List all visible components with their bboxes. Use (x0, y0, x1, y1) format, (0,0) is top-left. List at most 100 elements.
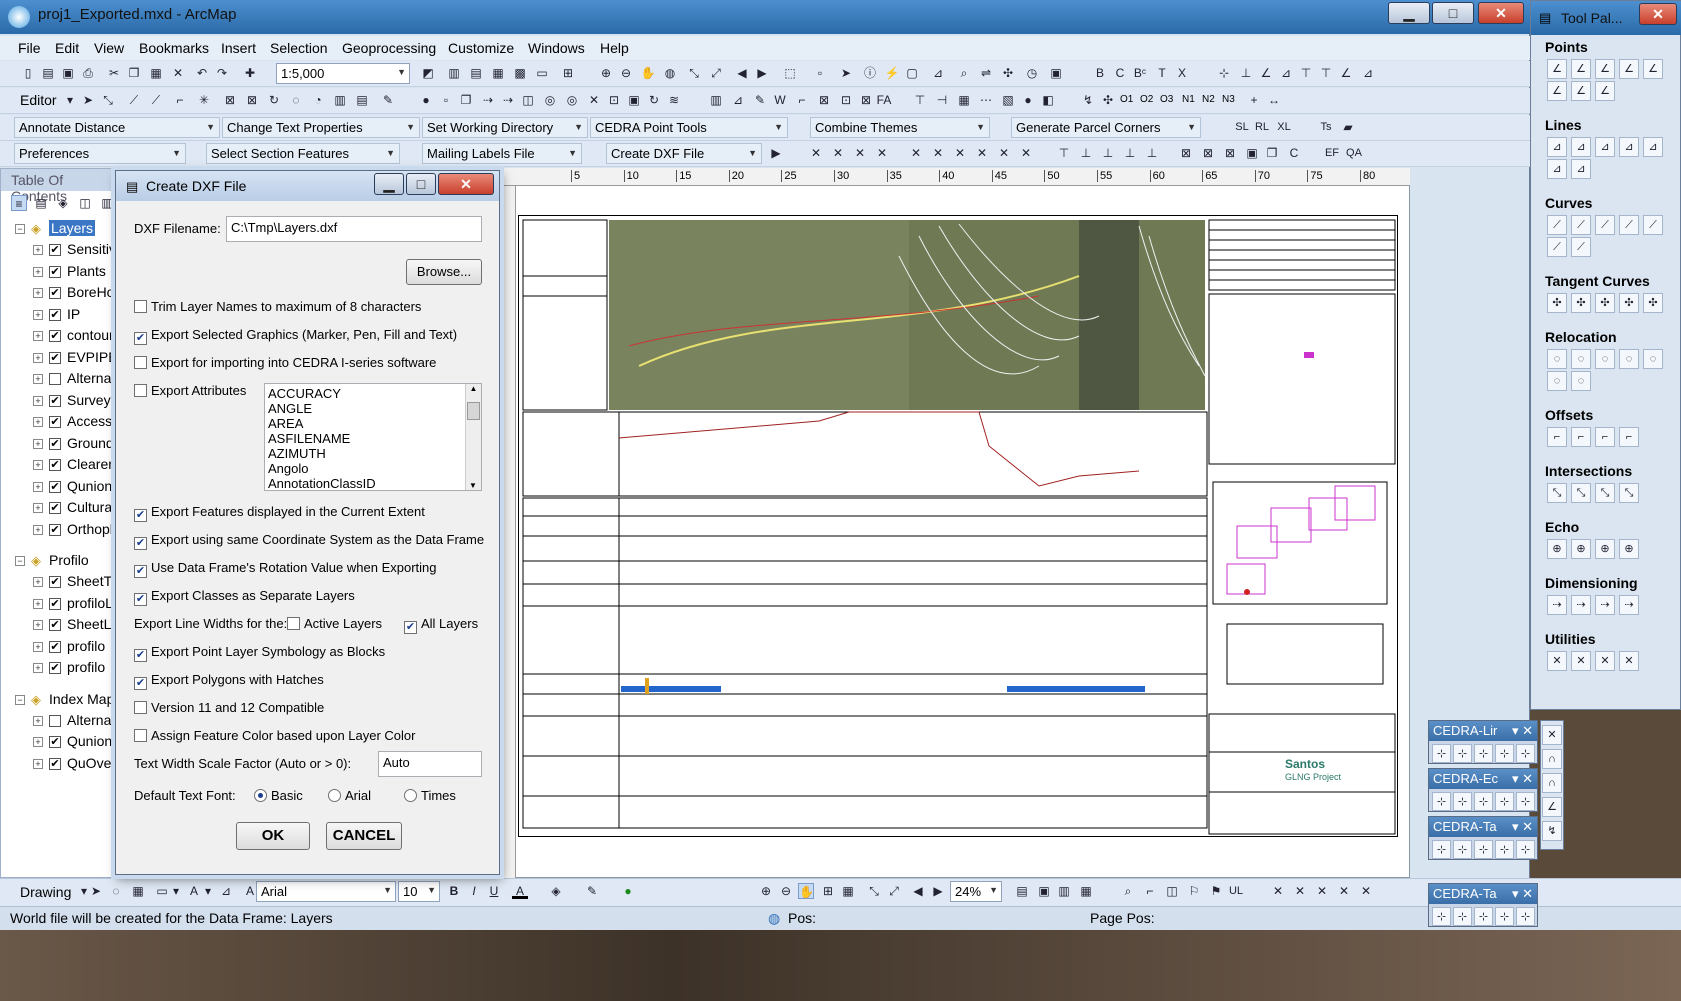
palette-tool-icon[interactable]: ⊿ (1547, 159, 1567, 179)
active-layers-checkbox[interactable]: Active Layers (287, 616, 382, 631)
cedra-tool-b-icon[interactable]: ⊡ (606, 92, 622, 108)
layer-visibility-checkbox[interactable]: ✔ (49, 480, 61, 493)
toc-layer-row[interactable]: + ✔ EVPIPET (1, 348, 126, 369)
rectangle-dropdown-icon[interactable]: ▾ (168, 883, 184, 899)
toc-layer-row[interactable]: + ✔ Qunione (1, 477, 120, 498)
toolbox-icon[interactable]: ▩ (512, 65, 528, 81)
toc-layer-row[interactable]: + ✔ profilo (1, 658, 119, 679)
cedra-tool-l-icon[interactable]: ⊤ (912, 92, 928, 108)
measure-icon[interactable]: ⊿ (930, 65, 946, 81)
binoculars-icon[interactable]: ⌕ (1120, 883, 1136, 899)
identify-icon[interactable]: ⓘ (862, 65, 878, 81)
edit-vertices-icon[interactable]: ⊿ (218, 883, 234, 899)
scroll-down-icon[interactable]: ▼ (466, 481, 480, 490)
palette-section-offsets[interactable]: Offsets (1545, 407, 1593, 423)
mini-palette-tool-icon[interactable]: ⊹ (1432, 792, 1451, 811)
mailing-labels-file-dropdown[interactable]: Mailing Labels File (422, 143, 582, 164)
end-point-arc-icon[interactable]: ⟋ (148, 92, 164, 108)
cedra-arrows-icon[interactable]: ↔ (1266, 92, 1282, 108)
palette-tool-icon[interactable]: ✣ (1547, 293, 1567, 313)
palette-tool-icon[interactable]: ⌐ (1619, 427, 1639, 447)
cedra-dim5-icon[interactable]: ⊥ (1144, 145, 1160, 161)
mini-palette-tool-icon[interactable]: ⊹ (1432, 744, 1451, 763)
list-by-source-icon[interactable]: ▤ (33, 195, 49, 211)
layer-visibility-checkbox[interactable] (49, 373, 61, 385)
mini-palette-tool-icon[interactable]: ⊹ (1516, 744, 1535, 763)
toc-group-label[interactable]: Index Map (49, 691, 114, 707)
menu-edit[interactable]: Edit (55, 40, 79, 56)
font-family-combo[interactable]: Arial (256, 881, 396, 902)
italic-icon[interactable]: I (466, 883, 482, 899)
generate-parcel-corners-dropdown[interactable]: Generate Parcel Corners (1011, 117, 1201, 138)
option-checkbox-options_mid-0[interactable]: ✔ Export Features displayed in the Curren… (134, 504, 425, 522)
zoom-in-icon[interactable]: ⊕ (598, 65, 614, 81)
straight-segment-icon[interactable]: ⟋ (126, 92, 142, 108)
menu-bookmarks[interactable]: Bookmarks (139, 40, 209, 56)
sketch-props-icon[interactable]: ▥ (332, 92, 348, 108)
hyperlink-icon[interactable]: ⚡ (884, 65, 900, 81)
cedra-grid2-icon[interactable]: ⊠ (1200, 145, 1216, 161)
toggle-draft-icon[interactable]: ▤ (1014, 883, 1030, 899)
editor-toolbar-icon[interactable]: ◩ (420, 65, 436, 81)
cedra-cl-icon[interactable]: C (1286, 145, 1302, 161)
layer-visibility-checkbox[interactable]: ✔ (49, 523, 61, 536)
toc-layer-row[interactable]: + ✔ Access T (1, 412, 124, 433)
mini-palette-tool-icon[interactable]: ⊹ (1474, 792, 1493, 811)
text-dropdown-icon[interactable]: ▾ (200, 883, 216, 899)
expand-icon[interactable]: + (33, 417, 43, 427)
expand-icon[interactable]: + (33, 460, 43, 470)
find-icon[interactable]: ⌕ (956, 65, 972, 81)
palette-tool-icon[interactable]: ✣ (1595, 293, 1615, 313)
cedra-dim1-icon[interactable]: ⊤ (1056, 145, 1072, 161)
layer-visibility-checkbox[interactable]: ✔ (49, 351, 61, 364)
palette-tool-icon[interactable]: ◌ (1571, 371, 1591, 391)
font-arial-radio[interactable]: Arial (328, 788, 371, 803)
palette-tool-icon[interactable]: ⇢ (1571, 595, 1591, 615)
palette-section-lines[interactable]: Lines (1545, 117, 1582, 133)
palette-tool-icon[interactable]: ⟋ (1571, 237, 1591, 257)
palette-section-intersections[interactable]: Intersections (1545, 463, 1632, 479)
mini-palette-tool-icon[interactable]: ⊹ (1474, 840, 1493, 859)
mini-palette-tool-icon[interactable]: ⊹ (1453, 907, 1472, 926)
text-width-input[interactable]: Auto (378, 751, 482, 777)
expand-icon[interactable]: + (33, 352, 43, 363)
palette-tool-icon[interactable]: ⟋ (1619, 215, 1639, 235)
mini-palette-tool-icon[interactable]: ⊹ (1516, 840, 1535, 859)
palette-tool-icon[interactable]: ⌐ (1571, 427, 1591, 447)
layer-visibility-checkbox[interactable]: ✔ (49, 244, 61, 256)
cedra-pt-icon[interactable]: ◎ (542, 92, 558, 108)
expand-icon[interactable]: + (33, 374, 43, 384)
run-tool-icon[interactable]: ▶ (768, 145, 784, 161)
cedra-tool-s-icon[interactable]: ↯ (1080, 92, 1096, 108)
layer-visibility-checkbox[interactable]: ✔ (49, 640, 61, 653)
cedra-tool-7-icon[interactable]: ∠ (1338, 65, 1354, 81)
font-size-combo[interactable]: 10 (398, 881, 440, 902)
toc-layer-row[interactable]: + ✔ SheetTe (1, 572, 119, 593)
cedra-draw-3-icon[interactable]: ⚐ (1186, 883, 1202, 899)
pan-icon[interactable]: ✋ (640, 65, 656, 81)
palette-tool-icon[interactable]: ⇢ (1619, 595, 1639, 615)
expand-icon[interactable]: + (33, 641, 43, 652)
cedra-point-tools-dropdown[interactable]: CEDRA Point Tools (590, 117, 788, 138)
mini-palette-tool-icon[interactable]: ⊹ (1432, 907, 1451, 926)
cedra-draw-9-icon[interactable]: ✕ (1358, 883, 1374, 899)
cedra-tool-8-icon[interactable]: ⊿ (1360, 65, 1376, 81)
cedra-n2-button[interactable]: N2 (1202, 94, 1215, 105)
palette-tool-icon[interactable]: ✕ (1619, 651, 1639, 671)
cedra-tool-i-icon[interactable]: ⊠ (816, 92, 832, 108)
cedra-plus-icon[interactable]: + (1246, 92, 1262, 108)
expand-icon[interactable]: + (33, 288, 43, 298)
palette-tool-icon[interactable]: ⟋ (1643, 215, 1663, 235)
collapse-icon[interactable]: − (15, 694, 25, 705)
cut-polygons-icon[interactable]: ⊠ (244, 92, 260, 108)
new-doc-icon[interactable]: ▯ (20, 65, 36, 81)
layer-visibility-checkbox[interactable]: ✔ (49, 736, 61, 748)
minimize-button[interactable]: ▁ (1388, 2, 1430, 24)
back-extent-icon[interactable]: ◀ (734, 65, 750, 81)
cedra-rl-icon[interactable]: RL (1254, 119, 1270, 135)
palette-tool-icon[interactable]: ◌ (1547, 371, 1567, 391)
toc-layer-row[interactable]: + ✔ Cultural (1, 498, 119, 519)
palette-tool-icon[interactable]: ⊿ (1643, 137, 1663, 157)
layer-visibility-checkbox[interactable]: ✔ (49, 597, 61, 610)
cedra-draw-6-icon[interactable]: ✕ (1292, 883, 1308, 899)
